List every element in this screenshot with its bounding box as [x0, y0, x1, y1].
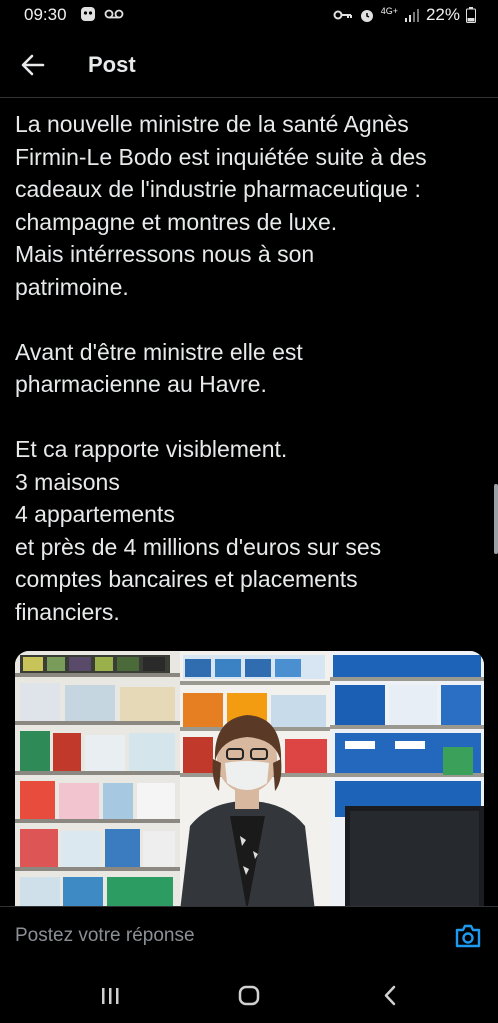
top-app-bar: Post — [0, 30, 498, 98]
status-bar: 09:30 4G+ 22% — [0, 0, 498, 30]
signal-icon — [404, 9, 419, 22]
system-navigation-bar — [0, 966, 498, 1023]
pharmacy-photo — [15, 651, 484, 911]
alarm-icon — [360, 10, 373, 22]
recent-apps-button[interactable] — [90, 980, 130, 1010]
scroll-indicator[interactable] — [494, 484, 498, 554]
home-button[interactable] — [229, 980, 269, 1010]
post-image[interactable] — [15, 651, 484, 911]
page-title: Post — [88, 52, 136, 77]
nav-back-button[interactable] — [370, 980, 410, 1010]
back-button[interactable] — [18, 50, 48, 80]
voicemail-icon — [104, 9, 124, 19]
chevron-left-icon — [384, 985, 396, 1006]
notification-icons — [80, 6, 124, 22]
camera-button[interactable] — [454, 923, 482, 949]
recent-apps-icon — [102, 988, 119, 1004]
post-text: La nouvelle ministre de la santé Agnès F… — [15, 111, 427, 625]
network-type: 4G+ — [380, 6, 398, 16]
system-icons: 4G+ 22% — [333, 5, 476, 25]
battery-icon — [466, 7, 476, 23]
status-time: 09:30 — [24, 5, 67, 24]
screen: 09:30 4G+ 22% Post La nouvelle ministre … — [0, 0, 498, 1023]
reply-input[interactable]: Postez votre réponse — [15, 925, 195, 947]
battery-percentage: 22% — [425, 5, 460, 24]
arrow-left-icon — [21, 54, 45, 76]
reply-bar: Postez votre réponse — [0, 906, 498, 966]
app-notification-icon — [81, 7, 95, 21]
key-icon — [333, 10, 352, 20]
camera-icon — [455, 924, 481, 948]
home-icon — [238, 985, 260, 1006]
